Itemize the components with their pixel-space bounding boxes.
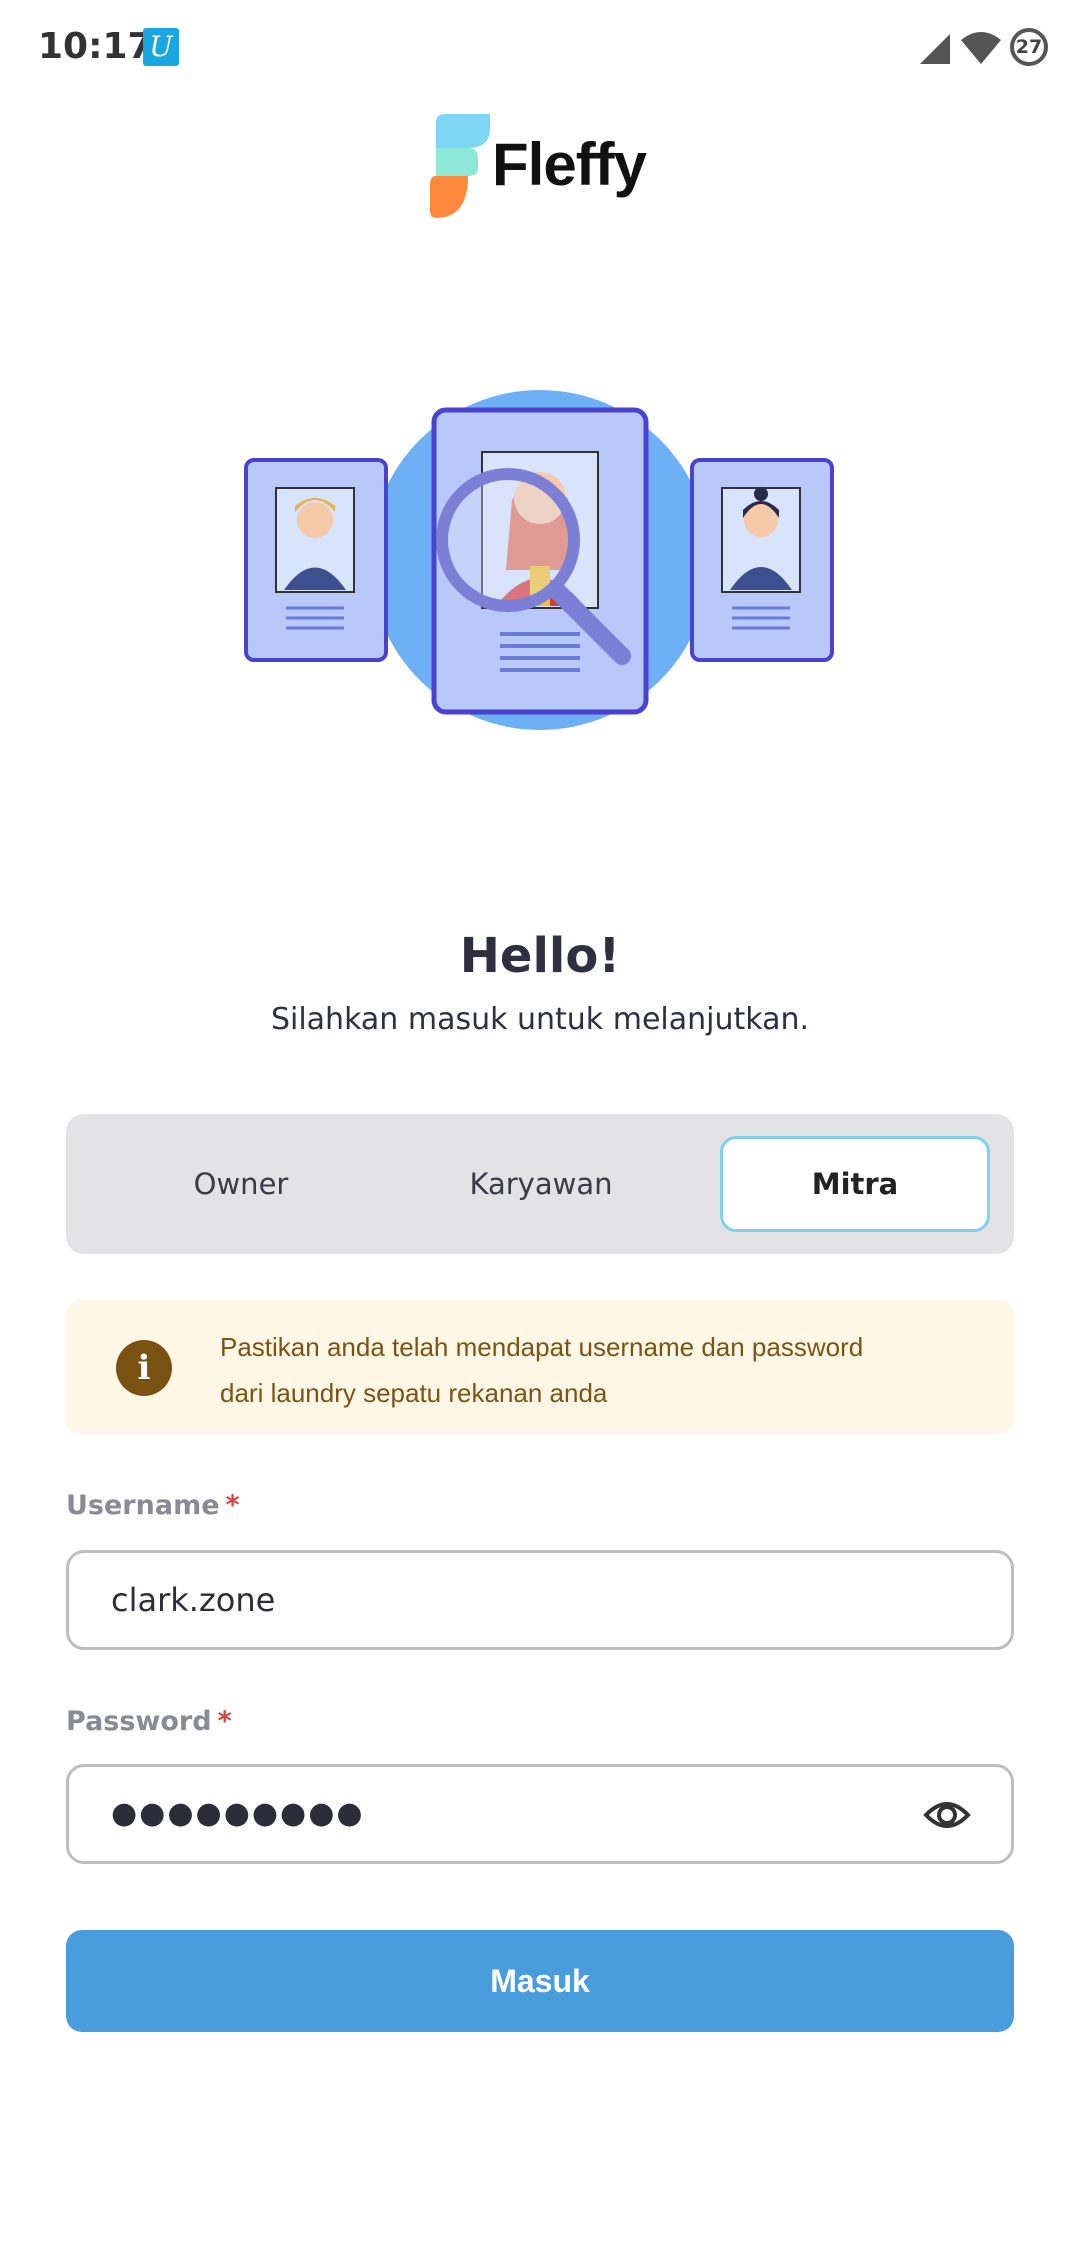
info-banner: i Pastikan anda telah mendapat username … <box>66 1300 1014 1434</box>
eye-icon[interactable] <box>923 1793 971 1837</box>
required-marker: * <box>225 1490 240 1521</box>
username-label-text: Username <box>66 1490 220 1521</box>
greeting-title: Hello! <box>459 928 621 984</box>
password-field[interactable]: ●●●●●●●●● <box>66 1764 1014 1864</box>
tab-owner[interactable]: Owner <box>106 1136 376 1232</box>
battery-icon: 27 <box>1010 28 1048 66</box>
candidate-search-illustration <box>244 390 834 730</box>
username-field[interactable]: clark.zone <box>66 1550 1014 1650</box>
password-label: Password * <box>66 1706 232 1737</box>
role-tabs: Owner Karyawan Mitra <box>66 1114 1014 1254</box>
cell-signal-icon <box>920 34 950 64</box>
status-time: 10:17 <box>38 26 153 67</box>
info-text: Pastikan anda telah mendapat username da… <box>220 1324 980 1416</box>
info-icon: i <box>116 1340 172 1396</box>
username-label: Username * <box>66 1490 240 1521</box>
username-value: clark.zone <box>111 1581 276 1619</box>
brand-name: Fleffy <box>492 131 647 198</box>
status-bar: 10:17 U 27 <box>0 0 1080 96</box>
tab-mitra[interactable]: Mitra <box>720 1136 990 1232</box>
required-marker: * <box>217 1706 232 1737</box>
password-value: ●●●●●●●●● <box>111 1796 365 1831</box>
tab-karyawan[interactable]: Karyawan <box>406 1136 676 1232</box>
notification-icon: U <box>143 28 179 66</box>
app-logo: Fleffy <box>428 114 658 218</box>
greeting-subtitle: Silahkan masuk untuk melanjutkan. <box>270 1002 810 1037</box>
info-line-2: dari laundry sepatu rekanan anda <box>220 1378 608 1408</box>
wifi-icon <box>961 32 1001 64</box>
password-label-text: Password <box>66 1706 212 1737</box>
info-line-1: Pastikan anda telah mendapat username da… <box>220 1332 864 1362</box>
fleffy-logo-icon <box>430 114 490 218</box>
login-button[interactable]: Masuk <box>66 1930 1014 2032</box>
